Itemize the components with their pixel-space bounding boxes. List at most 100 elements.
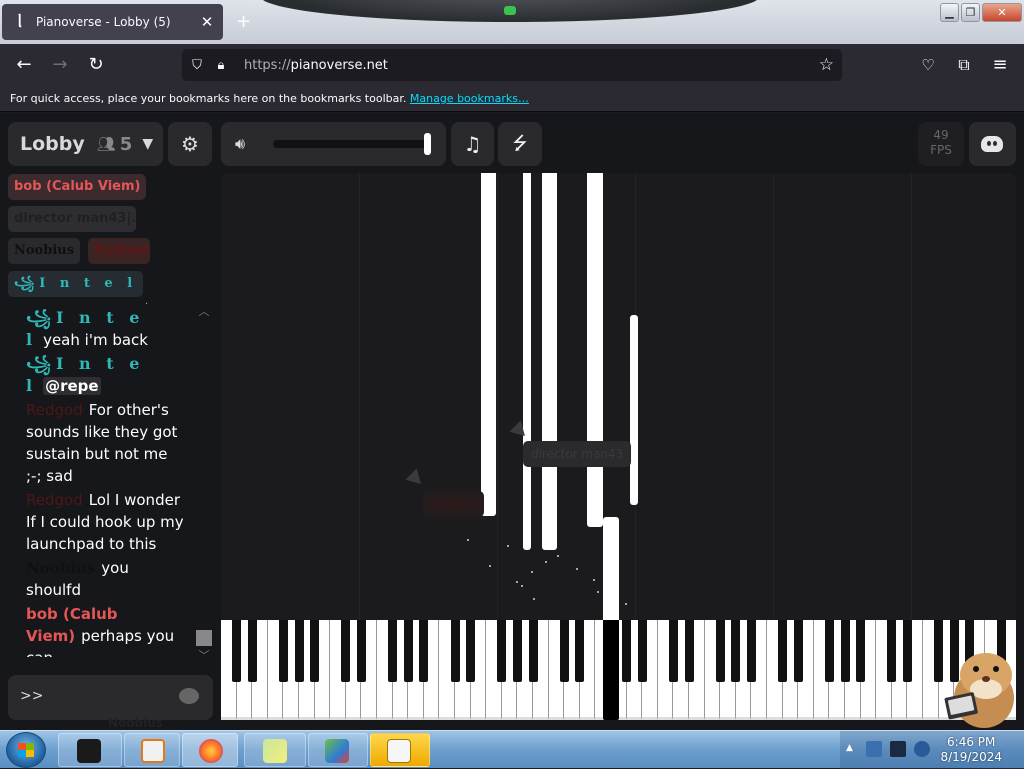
black-key[interactable] xyxy=(793,620,803,682)
hamburger-menu-icon[interactable]: ≡ xyxy=(988,53,1012,77)
midi-button[interactable]: ⭍ xyxy=(498,122,542,166)
black-key[interactable] xyxy=(684,620,694,682)
extensions-icon[interactable]: ⧉ xyxy=(952,53,976,77)
start-button[interactable] xyxy=(6,732,46,768)
chat-nick[interactable]: Noobius xyxy=(26,559,95,577)
monitor-icon[interactable] xyxy=(890,741,906,757)
black-key[interactable] xyxy=(637,620,647,682)
clock[interactable]: 6:46 PM 8/19/2024 xyxy=(940,735,1002,765)
user-tag[interactable]: ꧁I n t e l xyxy=(8,271,144,297)
falling-note xyxy=(481,173,496,516)
star-icon[interactable]: ☆ xyxy=(819,55,834,75)
taskbar-app[interactable] xyxy=(58,733,122,767)
black-key[interactable] xyxy=(403,620,413,682)
note-particle xyxy=(593,579,595,581)
black-key[interactable] xyxy=(341,620,351,682)
back-arrow-icon[interactable]: ← xyxy=(12,53,36,77)
lock-icon[interactable]: 🔒︎ xyxy=(212,58,230,73)
chat-input[interactable]: >> xyxy=(8,675,213,720)
taskbar-app[interactable] xyxy=(308,733,368,767)
url-text[interactable]: https://pianoverse.net xyxy=(244,58,388,73)
black-key[interactable] xyxy=(622,620,632,682)
reload-icon[interactable]: ↻ xyxy=(84,53,108,77)
scroll-down-icon[interactable]: ﹀ xyxy=(196,647,212,663)
black-key[interactable] xyxy=(887,620,897,682)
black-key[interactable] xyxy=(356,620,366,682)
pocket-icon[interactable]: ♡ xyxy=(916,53,940,77)
pressed-key[interactable] xyxy=(603,620,619,720)
octave-line xyxy=(773,173,774,620)
black-key[interactable] xyxy=(668,620,678,682)
fps-counter: 49 FPS xyxy=(918,122,964,166)
volume-slider-track[interactable] xyxy=(273,140,431,148)
close-window-button[interactable]: ✕ xyxy=(982,3,1022,22)
scroll-up-icon[interactable]: ︿ xyxy=(196,303,212,319)
black-key[interactable] xyxy=(731,620,741,682)
discord-button[interactable] xyxy=(969,122,1016,166)
chat-nick[interactable]: Redgod xyxy=(26,401,83,419)
taskbar-app-firefox[interactable] xyxy=(182,733,238,767)
show-hidden-icons[interactable]: ▲ xyxy=(846,743,853,753)
chat-nick[interactable]: Redgod xyxy=(26,491,83,509)
room-selector[interactable]: Lobby 👥︎ 5 ▼ xyxy=(8,122,163,166)
black-key[interactable] xyxy=(232,620,242,682)
black-key[interactable] xyxy=(294,620,304,682)
speaker-icon[interactable]: 🔊︎ xyxy=(235,134,245,154)
network-icon[interactable] xyxy=(866,741,882,757)
piano-keyboard[interactable] xyxy=(221,620,1016,720)
volume-slider-handle[interactable] xyxy=(424,133,431,155)
pianoverse-page: Lobby 👥︎ 5 ▼ ⚙ 🔊︎ ♫ ⭍ 49 FPS bob (Calub … xyxy=(0,113,1024,730)
user-tag[interactable]: director man43|... xyxy=(8,206,136,232)
black-key[interactable] xyxy=(247,620,257,682)
black-key[interactable] xyxy=(840,620,850,682)
user-tag[interactable]: Redgod xyxy=(88,238,150,264)
shield-icon[interactable]: ⛉ xyxy=(188,58,206,73)
user-tag[interactable]: bob (Calub Viem) xyxy=(8,174,147,200)
black-key[interactable] xyxy=(528,620,538,682)
messenger-icon xyxy=(325,739,349,763)
black-key[interactable] xyxy=(419,620,429,682)
black-key[interactable] xyxy=(310,620,320,682)
settings-button[interactable]: ⚙ xyxy=(168,122,212,166)
taskbar-app[interactable] xyxy=(124,733,180,767)
restore-button[interactable]: ❐ xyxy=(961,3,980,22)
chat-scrollbar[interactable]: ︿ ﹀ xyxy=(196,303,212,663)
black-key[interactable] xyxy=(466,620,476,682)
taskbar-app[interactable] xyxy=(370,733,430,767)
black-key[interactable] xyxy=(512,620,522,682)
black-key[interactable] xyxy=(856,620,866,682)
forward-arrow-icon[interactable]: → xyxy=(48,53,72,77)
window-frame-ornament xyxy=(260,0,760,22)
chat-message: bob (Calub Viem)perhaps you can xyxy=(26,603,186,657)
chat-text: yeah i'm back xyxy=(43,331,148,349)
black-key[interactable] xyxy=(746,620,756,682)
scrollbar-thumb[interactable] xyxy=(196,630,212,646)
new-tab-button[interactable]: + xyxy=(236,11,251,32)
black-key[interactable] xyxy=(450,620,460,682)
black-key[interactable] xyxy=(497,620,507,682)
black-key[interactable] xyxy=(715,620,725,682)
black-key[interactable] xyxy=(824,620,834,682)
minimize-button[interactable]: ▁ xyxy=(940,3,959,22)
black-key[interactable] xyxy=(388,620,398,682)
tab-close-icon[interactable]: ✕ xyxy=(199,13,215,31)
black-key[interactable] xyxy=(559,620,569,682)
chat-message: Redgod For other's sounds like they got s… xyxy=(26,399,186,487)
black-key[interactable] xyxy=(278,620,288,682)
windows-taskbar: ▲ 6:46 PM 8/19/2024 xyxy=(0,730,1024,769)
music-button[interactable]: ♫ xyxy=(451,122,494,166)
black-key[interactable] xyxy=(778,620,788,682)
taskbar-app[interactable] xyxy=(244,733,306,767)
active-tab[interactable]: ᥣ Pianoverse - Lobby (5) ✕ xyxy=(2,4,223,40)
chat-bubble-icon[interactable] xyxy=(179,688,199,704)
chat-prompt: >> xyxy=(20,688,44,704)
black-key[interactable] xyxy=(902,620,912,682)
chevron-down-icon: ▼ xyxy=(142,136,154,152)
octave-line xyxy=(911,173,912,620)
volume-tray-icon[interactable] xyxy=(914,741,930,757)
manage-bookmarks-link[interactable]: Manage bookmarks… xyxy=(410,92,529,105)
address-bar[interactable]: ⛉ 🔒︎ https://pianoverse.net ☆ xyxy=(182,49,842,81)
tab-title: Pianoverse - Lobby (5) xyxy=(36,15,171,29)
user-tag[interactable]: Noobius xyxy=(8,238,81,264)
black-key[interactable] xyxy=(575,620,585,682)
